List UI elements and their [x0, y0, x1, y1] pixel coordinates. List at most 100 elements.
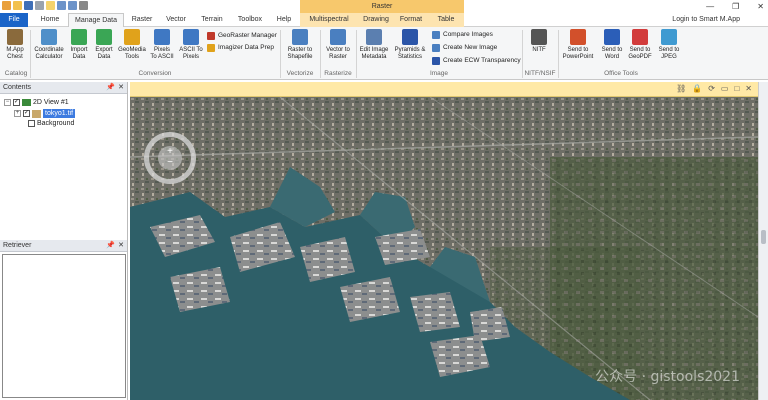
geomedia-tools-button[interactable]: GeoMedia Tools [117, 29, 147, 61]
raster-to-shapefile-icon [292, 29, 308, 45]
button-label: Shapefile [287, 54, 313, 60]
tab-format[interactable]: Format [394, 13, 428, 27]
send-to-jpeg-button[interactable]: Send to JPEG [656, 29, 682, 61]
button-label: Edit Image [359, 47, 389, 53]
imagizer-data-prep-button[interactable]: Imagizer Data Prep [207, 43, 274, 52]
pin-icon[interactable]: 📌 [106, 82, 115, 94]
visibility-checkbox[interactable]: ✓ [23, 110, 30, 117]
close-view-icon[interactable]: ✕ [745, 84, 752, 93]
lock-icon[interactable]: 🔒 [692, 84, 702, 93]
group-separator [558, 30, 559, 78]
tab-help[interactable]: Help [272, 13, 296, 27]
pan-icon[interactable] [57, 1, 66, 10]
ribbon: M.App Chest Coordinate Calculator Import… [0, 27, 768, 80]
new-image-icon [432, 43, 440, 52]
app-icon [2, 1, 11, 10]
tab-manage-data[interactable]: Manage Data [68, 13, 124, 27]
left-panel: Contents 📌 ✕ − ✓ 2D View #1 + ✓ tokyo1.t… [0, 82, 128, 400]
import-data-button[interactable]: Import Data [67, 29, 91, 61]
close-button[interactable]: ✕ [757, 0, 764, 13]
sync-icon[interactable]: ⟳ [708, 84, 715, 93]
map-view[interactable]: ⛓ 🔒 ⟳ ▭ □ ✕ + − 公众号 · gistools2021 [130, 82, 758, 400]
button-label: JPEG [661, 54, 677, 60]
create-new-image-button[interactable]: Create New Image [432, 43, 497, 52]
send-to-geopdf-button[interactable]: Send to GeoPDF [626, 29, 654, 61]
compare-images-button[interactable]: Compare Images [432, 30, 493, 39]
customize-qat-icon[interactable] [79, 1, 88, 10]
button-label: Calculator [35, 54, 63, 60]
maximize-view-icon[interactable]: □ [734, 84, 739, 93]
raster-layer-icon [32, 109, 41, 118]
create-ecw-transparency-button[interactable]: Create ECW Transparency [432, 56, 521, 65]
retriever-panel-header: Retriever 📌 ✕ [0, 240, 127, 252]
visibility-checkbox[interactable]: ✓ [13, 99, 20, 106]
pixels-to-ascii-button[interactable]: Pixels To ASCII [148, 29, 176, 61]
pdf-icon [632, 29, 648, 45]
group-label-catalog: Catalog [4, 70, 28, 77]
collapse-icon[interactable]: − [4, 99, 11, 106]
mapp-chest-button[interactable]: M.App Chest [2, 29, 28, 61]
georaster-icon [207, 31, 215, 40]
link-icon[interactable]: ⛓ [676, 84, 686, 93]
tab-raster[interactable]: Raster [126, 13, 158, 27]
tab-toolbox[interactable]: Toolbox [232, 13, 268, 27]
navigation-control[interactable]: + − [144, 132, 196, 184]
georaster-manager-button[interactable]: GeoRaster Manager [207, 31, 277, 40]
close-icon[interactable]: ✕ [118, 240, 124, 252]
view-tools: ⛓ 🔒 ⟳ ▭ □ ✕ [676, 84, 752, 93]
export-icon [96, 29, 112, 45]
powerpoint-icon [570, 29, 586, 45]
login-link[interactable]: Login to Smart M.App [672, 13, 740, 27]
metadata-icon [366, 29, 382, 45]
button-label: Create New Image [443, 44, 498, 51]
vector-to-raster-button[interactable]: Vector to Raster [322, 29, 354, 61]
tree-item-2d-view[interactable]: − ✓ 2D View #1 [4, 98, 69, 107]
button-label: Statistics [397, 54, 422, 60]
nitf-button[interactable]: NITF [526, 29, 552, 54]
send-to-powerpoint-button[interactable]: Send to PowerPoint [560, 29, 596, 61]
retriever-panel-body[interactable] [2, 254, 126, 398]
group-label-vectorize: Vectorize [286, 70, 314, 77]
tab-vector[interactable]: Vector [160, 13, 192, 27]
tab-drawing[interactable]: Drawing [358, 13, 394, 27]
imagizer-icon [207, 43, 215, 52]
tab-table[interactable]: Table [428, 13, 464, 27]
undo-icon[interactable] [35, 1, 44, 10]
pixels-to-ascii-icon [154, 29, 170, 45]
group-label-office-tools: Office Tools [604, 70, 638, 77]
visibility-checkbox[interactable] [28, 120, 35, 127]
watermark: 公众号 · gistools2021 [595, 369, 740, 385]
tree-item-background[interactable]: Background [28, 119, 74, 128]
edit-image-metadata-button[interactable]: Edit Image Metadata [357, 29, 391, 61]
select-icon[interactable] [46, 1, 55, 10]
vertical-scrollbar[interactable] [758, 82, 768, 400]
zoom-control[interactable]: + − [158, 146, 182, 170]
raster-to-shapefile-button[interactable]: Raster to Shapefile [282, 29, 318, 61]
tab-terrain[interactable]: Terrain [196, 13, 228, 27]
button-label: Compare Images [443, 31, 493, 38]
tree-item-layer[interactable]: + ✓ tokyo1.tif [14, 109, 76, 118]
open-icon[interactable] [13, 1, 22, 10]
close-icon[interactable]: ✕ [118, 82, 124, 94]
ascii-to-pixels-button[interactable]: ASCII To Pixels [177, 29, 205, 61]
send-to-word-button[interactable]: Send to Word [598, 29, 626, 61]
tab-file[interactable]: File [0, 13, 28, 27]
coordinate-calculator-button[interactable]: Coordinate Calculator [32, 29, 66, 61]
satellite-image[interactable]: + − 公众号 · gistools2021 [130, 97, 758, 400]
tab-multispectral[interactable]: Multispectral [300, 13, 358, 27]
scrollbar-thumb[interactable] [761, 230, 766, 244]
pin-icon[interactable]: 📌 [106, 240, 115, 252]
group-label-nitf: NITF/NSIF [524, 70, 556, 77]
button-label: Metadata [361, 54, 387, 60]
minimize-button[interactable]: — [706, 0, 714, 13]
restore-button[interactable]: ❐ [732, 0, 739, 13]
export-data-button[interactable]: Export Data [92, 29, 116, 61]
ascii-to-pixels-icon [183, 29, 199, 45]
button-label: Raster [329, 54, 347, 60]
tab-home[interactable]: Home [32, 13, 68, 27]
save-icon[interactable] [24, 1, 33, 10]
expand-icon[interactable]: + [14, 110, 21, 117]
minimize-view-icon[interactable]: ▭ [721, 84, 729, 93]
pyramids-statistics-button[interactable]: Pyramids & Statistics [392, 29, 428, 61]
zoom-icon[interactable] [68, 1, 77, 10]
